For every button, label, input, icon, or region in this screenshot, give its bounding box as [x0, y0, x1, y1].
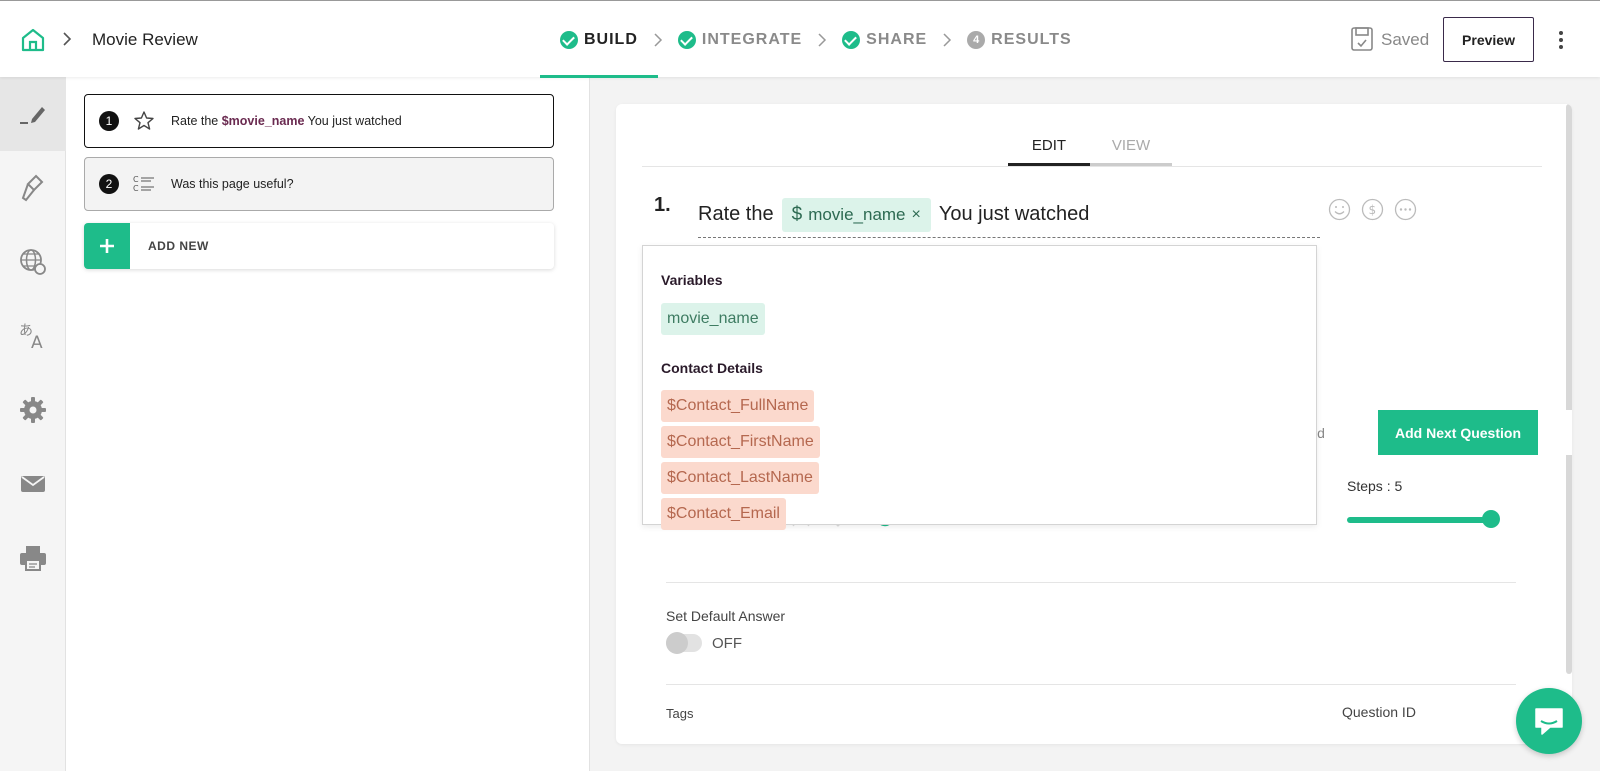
svg-text:C: C [133, 175, 139, 184]
tab-view[interactable]: VIEW [1090, 128, 1172, 166]
pencil-icon [20, 107, 45, 124]
steps-label: Steps : 5 [1347, 478, 1403, 494]
chevron-right-icon [927, 30, 967, 50]
check-circle-icon [560, 30, 578, 49]
contact-option[interactable]: $Contact_LastName [661, 462, 819, 494]
contact-option[interactable]: $Contact_FirstName [661, 426, 820, 458]
emoji-icon[interactable] [1328, 198, 1351, 221]
question-card-1[interactable]: 1 Rate the $movie_name You just watched [84, 94, 554, 148]
question-variable: $movie_name [221, 114, 305, 128]
chevron-right-icon [802, 30, 842, 50]
rail-item-email[interactable] [0, 447, 66, 521]
section-divider [666, 684, 1516, 685]
wizard-steps: BUILD INTEGRATE SHARE 4 RESULTS [540, 1, 1072, 78]
variable-option[interactable]: movie_name [661, 303, 765, 335]
toggle-state: OFF [712, 635, 742, 652]
chevron-right-icon [63, 32, 72, 46]
chat-support-button[interactable] [1516, 688, 1582, 754]
rail-item-settings[interactable] [0, 373, 66, 447]
question-number: 2 [99, 174, 119, 194]
default-answer-label: Set Default Answer [666, 608, 786, 624]
svg-text:$: $ [1369, 203, 1377, 217]
close-icon[interactable]: × [912, 206, 921, 224]
question-text: Rate the $movie_name You just watched [171, 114, 402, 128]
question-id-label: Question ID [1342, 704, 1416, 720]
rail-item-language[interactable]: あ A [0, 299, 66, 373]
add-next-question-button[interactable]: Add Next Question [1378, 410, 1538, 455]
tab-edit[interactable]: EDIT [1008, 128, 1090, 166]
add-new-button[interactable]: ADD NEW [84, 223, 554, 269]
top-bar: Movie Review BUILD INTEGRATE SHARE 4 RES… [0, 0, 1600, 78]
plus-icon [84, 223, 130, 269]
variable-dollar-icon[interactable]: $ [1361, 198, 1384, 221]
rail-item-print[interactable] [0, 521, 66, 595]
more-vertical-icon[interactable] [1558, 29, 1564, 51]
step-results[interactable]: 4 RESULTS [967, 1, 1071, 78]
contact-option[interactable]: $Contact_FullName [661, 390, 815, 422]
question-title-input[interactable]: Rate the $ movie_name × You just watched [698, 192, 1320, 238]
printer-icon [20, 546, 46, 571]
question-list: 1 Rate the $movie_name You just watched … [66, 77, 590, 771]
envelope-icon [21, 476, 45, 492]
toggle-knob[interactable] [666, 632, 688, 654]
step-build[interactable]: BUILD [540, 1, 658, 78]
check-circle-icon [677, 30, 696, 49]
title-tools: $ [1328, 198, 1417, 221]
left-rail: あ A [0, 77, 66, 771]
tabs-divider [642, 166, 1542, 167]
rail-item-design[interactable] [0, 151, 66, 225]
home-icon[interactable] [20, 27, 46, 53]
tags-label: Tags [666, 706, 694, 721]
dollar-icon: $ [791, 203, 803, 225]
variable-chip[interactable]: $ movie_name × [781, 197, 931, 232]
star-icon [134, 111, 154, 130]
more-horizontal-icon[interactable] [1394, 198, 1417, 221]
rail-item-build[interactable] [0, 77, 66, 151]
variable-dropdown: Variables movie_name Contact Details $Co… [642, 245, 1317, 530]
rail-item-web[interactable] [0, 225, 66, 299]
svg-text:A: A [31, 333, 43, 350]
translate-icon: あ A [19, 323, 43, 350]
add-new-label: ADD NEW [148, 239, 209, 253]
steps-slider-track[interactable] [1347, 517, 1495, 523]
chat-icon [1535, 708, 1563, 735]
steps-slider-handle[interactable] [1482, 510, 1500, 528]
question-number: 1 [99, 111, 119, 131]
globe-icon [20, 249, 46, 275]
contact-option[interactable]: $Contact_Email [661, 498, 786, 530]
variables-heading: Variables [661, 272, 723, 288]
list-icon: C C [133, 175, 154, 193]
section-divider [666, 582, 1516, 583]
question-text: Was this page useful? [171, 177, 294, 191]
question-index: 1. [654, 194, 671, 216]
svg-text:C: C [133, 184, 139, 193]
step-number-badge: 4 [967, 30, 986, 49]
step-integrate[interactable]: INTEGRATE [677, 1, 802, 78]
paintbrush-icon [21, 174, 44, 202]
saved-status: Saved [1381, 30, 1430, 49]
chevron-right-icon [638, 30, 678, 50]
breadcrumb-title: Movie Review [92, 30, 198, 49]
preview-button[interactable]: Preview [1443, 17, 1534, 62]
check-circle-icon [842, 30, 861, 49]
save-icon [1351, 27, 1373, 51]
contact-details-heading: Contact Details [661, 360, 763, 376]
gear-icon [20, 397, 46, 423]
editor-scrollbar[interactable] [1566, 104, 1572, 674]
question-card-2[interactable]: 2 C C Was this page useful? [84, 157, 554, 211]
step-share[interactable]: SHARE [842, 1, 927, 78]
